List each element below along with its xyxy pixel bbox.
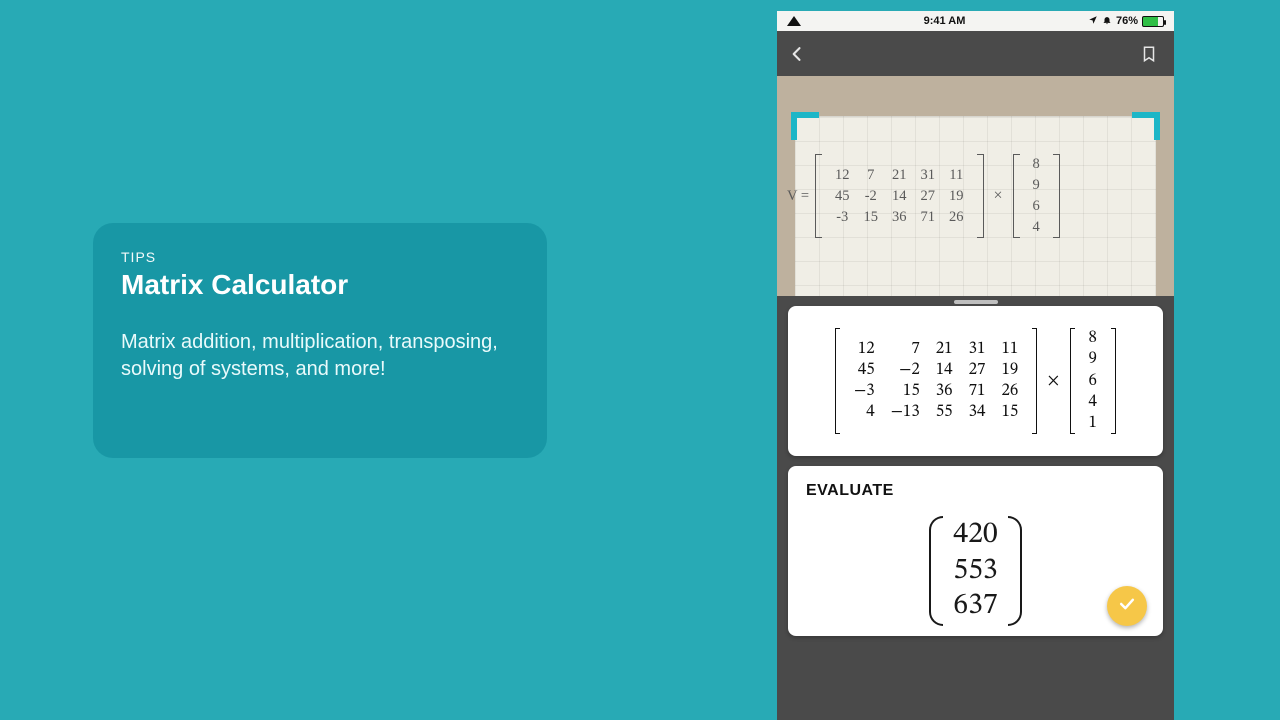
promo-card: TIPS Matrix Calculator Matrix addition, …	[93, 223, 547, 458]
evaluate-label: EVALUATE	[806, 482, 1145, 500]
evaluate-card[interactable]: EVALUATE 420 553 637	[788, 466, 1163, 636]
sheet-grabber[interactable]	[954, 300, 998, 304]
status-bar: 9:41 AM 76%	[777, 11, 1174, 31]
crop-corner-top-right[interactable]	[1132, 112, 1160, 140]
camera-preview: V = 127213111 45-2142719 -315367126 × 8 …	[777, 76, 1174, 296]
status-time: 9:41 AM	[924, 15, 966, 27]
handwritten-vector-b: 8 9 6 4	[1026, 154, 1047, 238]
result-sheet[interactable]: 127213111 45−2142719 −315367126 4−135534…	[777, 296, 1174, 720]
bookmark-button[interactable]	[1140, 44, 1158, 64]
promo-description: Matrix addition, multiplication, transpo…	[121, 329, 519, 383]
back-button[interactable]	[787, 44, 807, 64]
battery-percent: 76%	[1116, 15, 1138, 27]
handwritten-matrix-a: 127213111 45-2142719 -315367126	[828, 165, 971, 228]
times-icon: ×	[1043, 371, 1063, 392]
alarm-icon	[1102, 15, 1112, 28]
promo-eyebrow: TIPS	[121, 249, 519, 265]
confirm-button[interactable]	[1107, 586, 1147, 626]
evaluate-result: 420 553 637	[806, 516, 1145, 626]
wifi-icon	[787, 16, 801, 26]
phone-frame: 9:41 AM 76% V = 127213111 4	[777, 11, 1174, 720]
recognized-expression: 127213111 45−2142719 −315367126 4−135534…	[835, 328, 1116, 434]
nav-bar	[777, 31, 1174, 76]
equation-lhs: V =	[787, 188, 809, 205]
vector-b: 8 9 6 4 1	[1081, 328, 1105, 434]
matrix-a: 127213111 45−2142719 −315367126 4−135534…	[846, 339, 1026, 424]
crop-corner-top-left[interactable]	[791, 112, 819, 140]
location-icon	[1088, 15, 1098, 28]
promo-title: Matrix Calculator	[121, 269, 519, 301]
handwritten-equation: V = 127213111 45-2142719 -315367126 × 8 …	[787, 154, 1164, 238]
times-icon: ×	[990, 187, 1007, 205]
battery-icon	[1142, 16, 1164, 27]
recognized-expression-card[interactable]: 127213111 45−2142719 −315367126 4−135534…	[788, 306, 1163, 456]
check-icon	[1117, 594, 1137, 619]
